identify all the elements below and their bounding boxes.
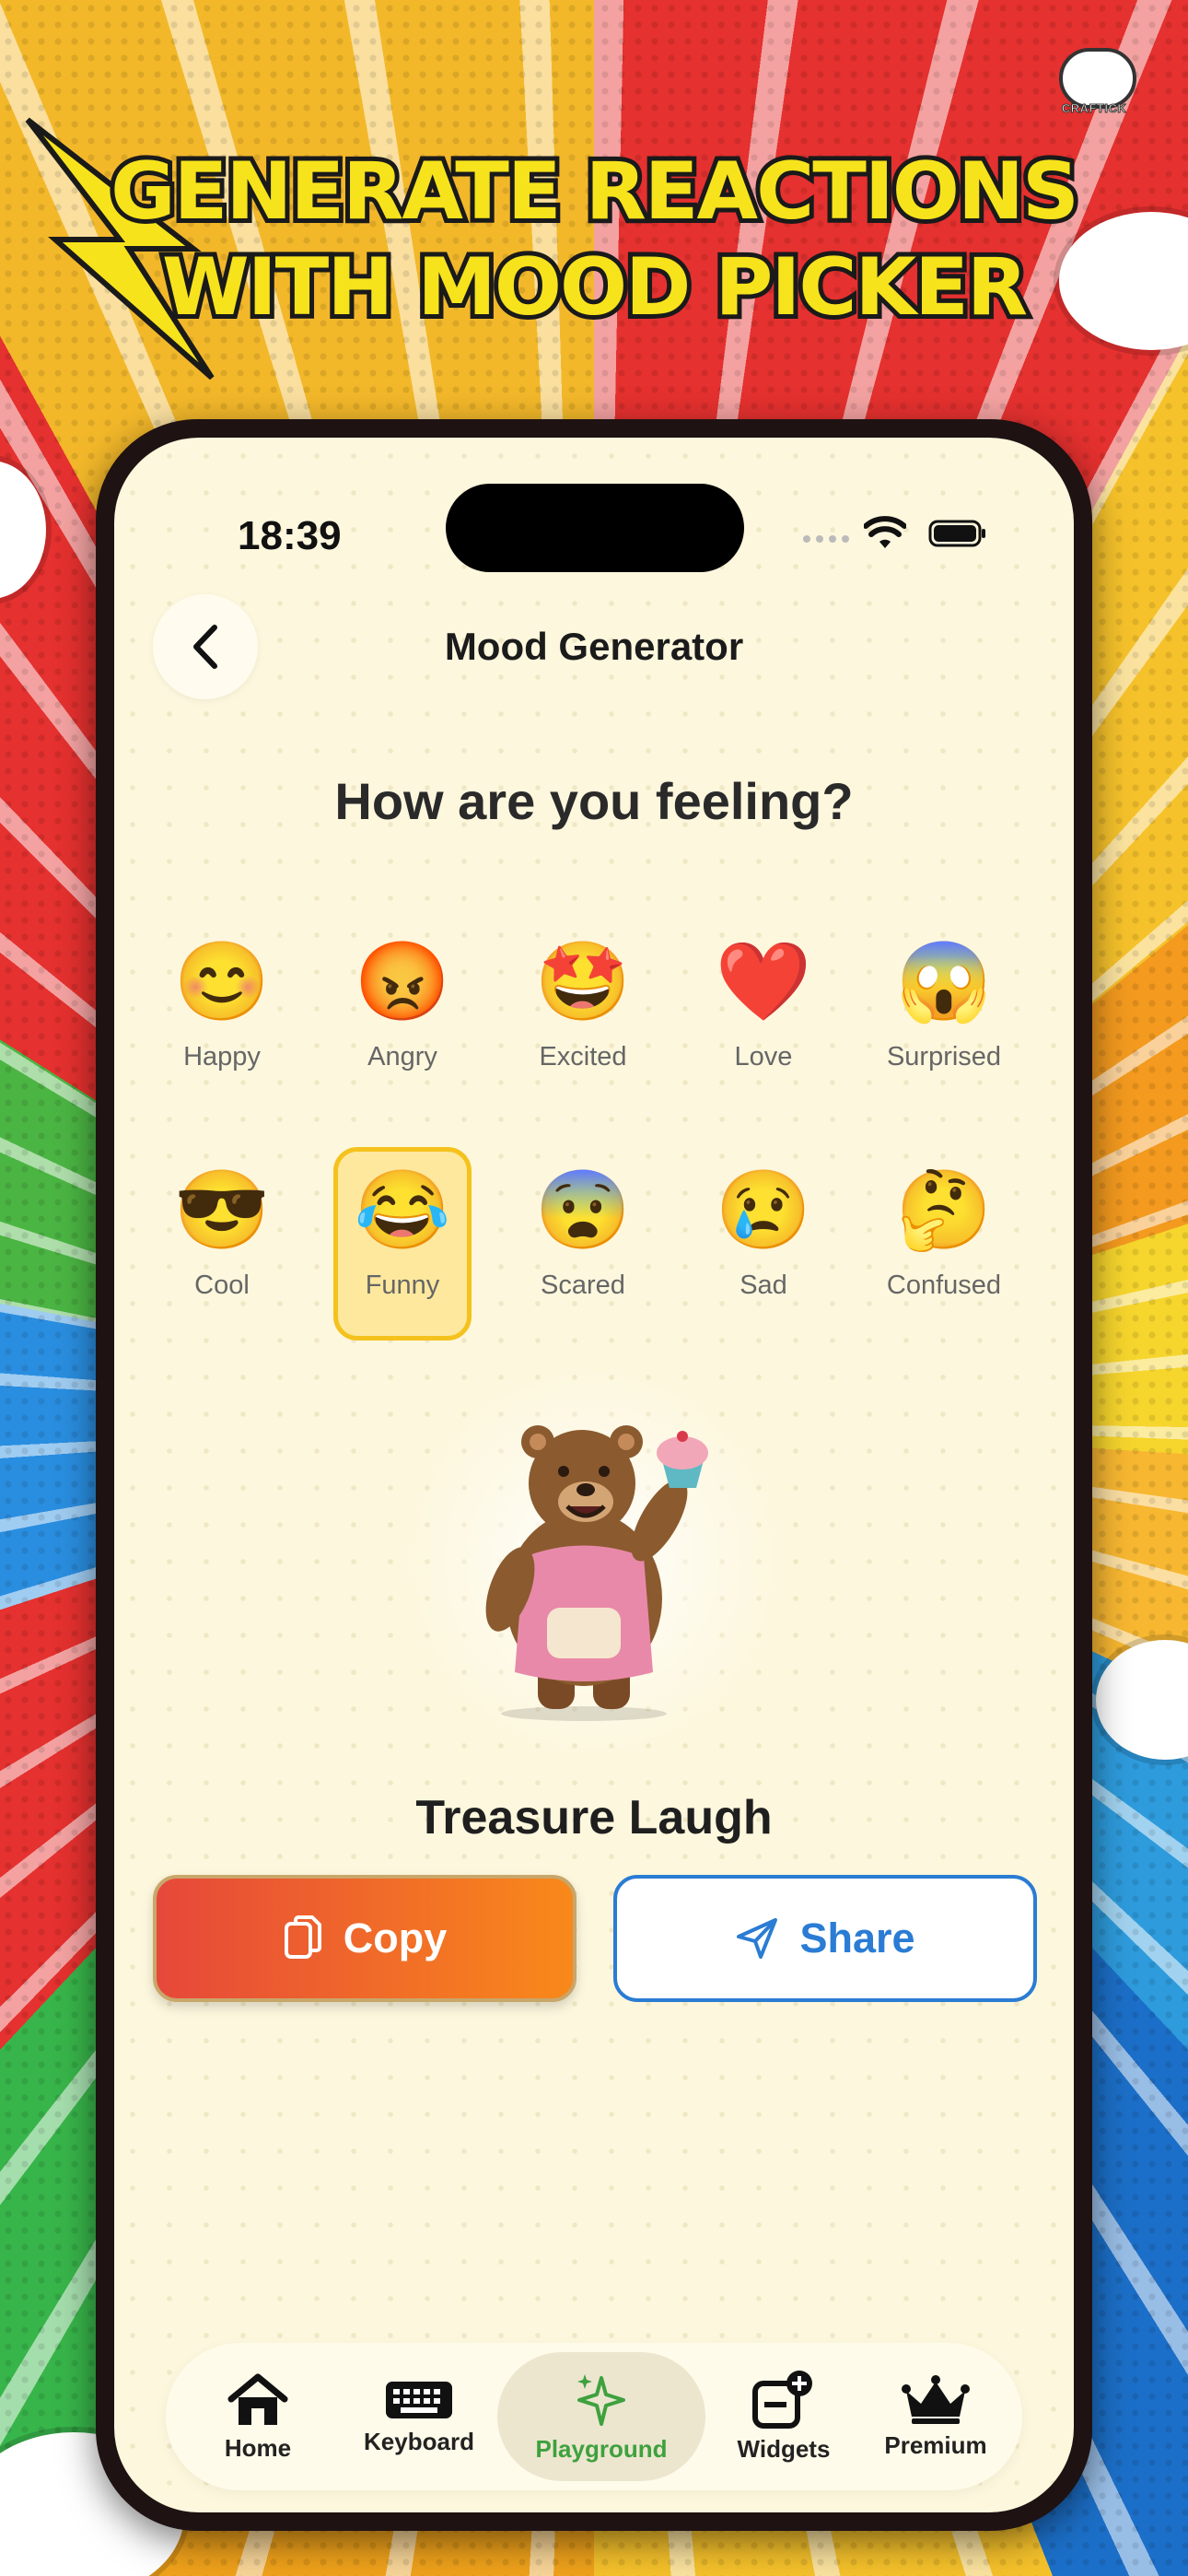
scared-emoji-icon: 😨 — [534, 1166, 632, 1253]
bear-sticker-image — [485, 1425, 708, 1721]
happy-emoji-icon: 😊 — [173, 938, 271, 1025]
excited-emoji-icon: 🤩 — [534, 938, 632, 1025]
cool-emoji-icon: 😎 — [173, 1166, 271, 1253]
mood-surprised[interactable]: 😱 Surprised — [875, 919, 1013, 1112]
widget-add-icon — [752, 2370, 812, 2429]
battery-icon — [928, 520, 985, 547]
bottom-tab-bar: Home Keyboard Playground Widgets Premium — [166, 2343, 1022, 2490]
app-screen: 18:39 Mood Generator How are you feeling… — [114, 438, 1074, 2512]
copy-button[interactable]: Copy — [153, 1875, 577, 2002]
mood-scared[interactable]: 😨 Scared — [514, 1147, 652, 1341]
sparkles-icon — [577, 2373, 625, 2426]
angry-emoji-icon: 😡 — [354, 938, 451, 1025]
heart-emoji-icon: ❤️ — [715, 938, 812, 1025]
copy-icon — [284, 1915, 321, 1959]
mood-label: Angry — [367, 1042, 437, 1071]
chat-bubble-icon — [1059, 48, 1136, 109]
surprised-emoji-icon: 😱 — [895, 938, 993, 1025]
mood-label: Excited — [539, 1042, 627, 1071]
dynamic-island — [446, 484, 744, 572]
mood-happy[interactable]: 😊 Happy — [153, 919, 291, 1112]
tab-label: Keyboard — [364, 2427, 474, 2455]
tab-widgets[interactable]: Widgets — [715, 2352, 853, 2481]
share-button[interactable]: Share — [613, 1875, 1037, 2002]
phone-frame: 18:39 Mood Generator How are you feeling… — [96, 419, 1092, 2531]
copy-label: Copy — [343, 1914, 448, 1961]
tab-label: Home — [224, 2433, 292, 2462]
mood-label: Sad — [740, 1270, 787, 1300]
keyboard-icon — [386, 2381, 452, 2418]
share-label: Share — [799, 1914, 915, 1961]
tab-playground[interactable]: Playground — [497, 2352, 705, 2481]
wifi-icon — [864, 516, 906, 548]
result-title: Treasure Laugh — [415, 1791, 773, 1844]
mood-label: Happy — [183, 1042, 261, 1071]
thinking-emoji-icon: 🤔 — [895, 1166, 993, 1253]
home-icon — [227, 2373, 288, 2425]
logo-text: CRAFTICK — [1061, 101, 1127, 116]
tab-home[interactable]: Home — [184, 2352, 332, 2481]
mood-question: How are you feeling? — [334, 772, 854, 830]
mood-excited[interactable]: 🤩 Excited — [514, 919, 652, 1112]
send-icon — [737, 1918, 778, 1959]
tab-premium[interactable]: Premium — [862, 2352, 1009, 2481]
mood-label: Scared — [541, 1270, 625, 1300]
mood-angry[interactable]: 😡 Angry — [333, 919, 472, 1112]
mood-sad[interactable]: 😢 Sad — [694, 1147, 833, 1341]
mood-cool[interactable]: 😎 Cool — [153, 1147, 291, 1341]
mood-confused[interactable]: 🤔 Confused — [875, 1147, 1013, 1341]
page-title: Mood Generator — [444, 625, 744, 668]
mood-label: Cool — [194, 1270, 250, 1300]
mood-funny[interactable]: 😂 Funny — [333, 1147, 472, 1341]
promo-headline-line1: GENERATE REACTIONS — [106, 141, 1084, 242]
mood-label: Confused — [886, 1270, 1002, 1300]
laughing-emoji-icon: 😂 — [354, 1166, 451, 1253]
promo-headline-line2: WITH MOOD PICKER — [157, 237, 1032, 338]
mood-love[interactable]: ❤️ Love — [694, 919, 833, 1112]
mood-label: Surprised — [886, 1042, 1002, 1071]
tab-label: Widgets — [737, 2434, 831, 2463]
tab-label: Playground — [535, 2434, 668, 2463]
cellular-signal-icon — [803, 535, 849, 543]
mood-label: Love — [734, 1042, 793, 1071]
crying-emoji-icon: 😢 — [715, 1166, 812, 1253]
app-logo: CRAFTICK — [1055, 48, 1136, 125]
tab-keyboard[interactable]: Keyboard — [341, 2352, 497, 2481]
status-time: 18:39 — [238, 513, 342, 558]
mood-label: Funny — [365, 1270, 440, 1300]
tab-label: Premium — [884, 2430, 987, 2459]
crown-icon — [902, 2374, 970, 2424]
